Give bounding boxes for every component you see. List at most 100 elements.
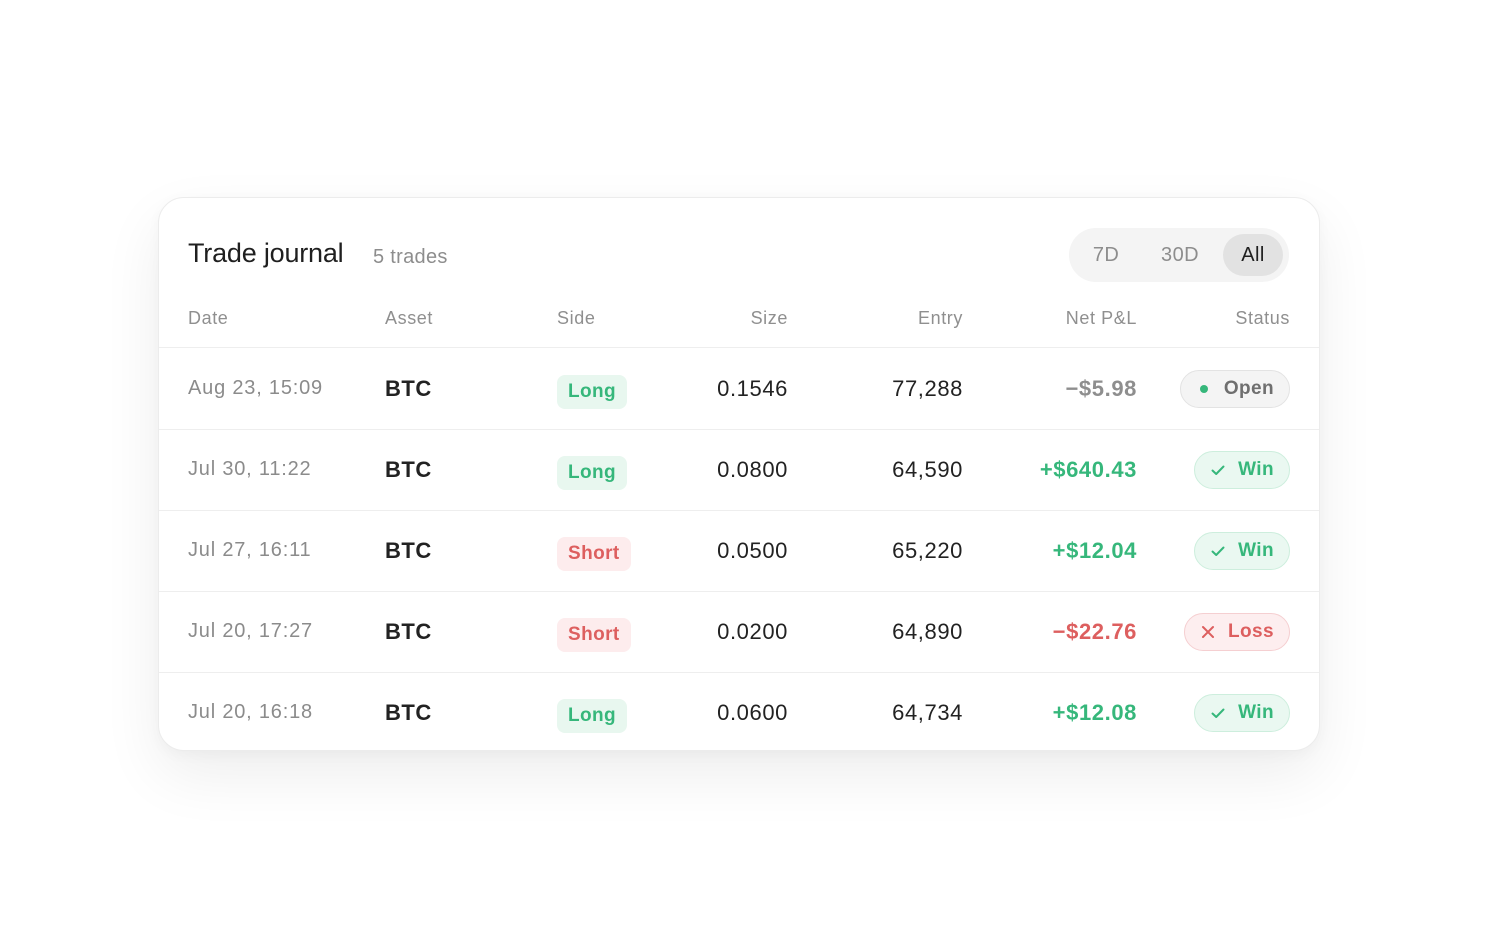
trade-pnl: +$640.43 bbox=[1039, 456, 1137, 482]
check-icon bbox=[1209, 704, 1227, 722]
column-header-pnl[interactable]: Net P&L bbox=[1066, 308, 1137, 329]
entry-cell: 64,734 bbox=[892, 672, 963, 750]
entry-cell: 65,220 bbox=[892, 510, 963, 591]
asset-cell: BTC bbox=[385, 510, 432, 591]
table-row[interactable]: Jul 30, 11:22 BTC Long 0.0800 64,590 +$640.43… bbox=[159, 429, 1319, 511]
trade-entry: 65,220 bbox=[892, 537, 963, 563]
trade-date: Aug 23, 15:09 bbox=[188, 377, 323, 399]
range-30d-button[interactable]: 30D bbox=[1137, 234, 1223, 276]
asset-cell: BTC bbox=[385, 672, 432, 750]
trade-asset: BTC bbox=[385, 618, 432, 644]
asset-cell: BTC bbox=[385, 591, 432, 672]
trade-pnl: +$12.04 bbox=[1052, 537, 1137, 563]
trade-entry: 64,890 bbox=[892, 618, 963, 644]
trade-asset: BTC bbox=[385, 375, 432, 401]
status-cell: Loss bbox=[1184, 591, 1290, 672]
side-badge: Short bbox=[557, 617, 631, 652]
status-cell: Open bbox=[1179, 348, 1290, 429]
check-icon bbox=[1209, 542, 1227, 560]
trade-pnl: −$5.98 bbox=[1065, 375, 1137, 401]
status-label: Open bbox=[1223, 377, 1274, 399]
trade-count: 5 trades bbox=[373, 246, 448, 268]
table-row[interactable]: Jul 20, 17:27 BTC Short 0.0200 64,890 −$22.76… bbox=[159, 591, 1319, 673]
table-row[interactable]: Jul 20, 16:18 BTC Long 0.0600 64,734 +$12.08 W… bbox=[159, 672, 1319, 750]
pnl-cell: −$22.76 bbox=[1053, 591, 1137, 672]
side-cell: Long bbox=[557, 672, 628, 750]
status-badge: Win bbox=[1194, 531, 1290, 570]
status-cell: Win bbox=[1194, 672, 1290, 750]
trade-date: Jul 27, 16:11 bbox=[188, 539, 312, 561]
table-row[interactable]: Jul 27, 16:11 BTC Short 0.0500 65,220 +$12.04… bbox=[159, 510, 1319, 592]
side-cell: Short bbox=[557, 591, 631, 672]
date-cell: Jul 30, 11:22 bbox=[188, 429, 311, 510]
side-badge: Long bbox=[557, 455, 628, 490]
status-label: Win bbox=[1238, 539, 1274, 561]
side-badge: Long bbox=[557, 374, 628, 409]
column-header-size[interactable]: Size bbox=[751, 308, 788, 329]
status-badge: Win bbox=[1194, 693, 1290, 732]
range-all-button[interactable]: All bbox=[1223, 234, 1283, 276]
status-label: Win bbox=[1238, 701, 1274, 723]
status-badge: Open bbox=[1179, 369, 1290, 408]
trade-asset: BTC bbox=[385, 537, 432, 563]
asset-cell: BTC bbox=[385, 348, 432, 429]
date-cell: Jul 27, 16:11 bbox=[188, 510, 311, 591]
table-row[interactable]: Aug 23, 15:09 BTC Long 0.1546 77,288 −$5.98 Op… bbox=[159, 348, 1319, 430]
date-cell: Aug 23, 15:09 bbox=[188, 348, 323, 429]
pnl-cell: +$640.43 bbox=[1040, 429, 1137, 510]
size-cell: 0.0600 bbox=[717, 672, 788, 750]
trade-entry: 64,734 bbox=[892, 699, 963, 725]
side-cell: Long bbox=[557, 429, 628, 510]
trade-date: Jul 20, 17:27 bbox=[188, 620, 313, 642]
table-header: Date Asset Side Size Entry Net P&L Statu… bbox=[159, 298, 1319, 348]
size-cell: 0.0500 bbox=[717, 510, 788, 591]
x-icon bbox=[1199, 623, 1217, 641]
trade-pnl: −$22.76 bbox=[1052, 618, 1137, 644]
trade-entry: 64,590 bbox=[892, 456, 963, 482]
size-cell: 0.0200 bbox=[717, 591, 788, 672]
status-badge: Loss bbox=[1184, 612, 1290, 651]
status-label: Win bbox=[1238, 458, 1274, 480]
column-header-entry[interactable]: Entry bbox=[918, 308, 963, 329]
trade-size: 0.1546 bbox=[717, 375, 788, 401]
pnl-cell: +$12.04 bbox=[1053, 510, 1137, 591]
trade-size: 0.0500 bbox=[717, 537, 788, 563]
trade-size: 0.0600 bbox=[717, 699, 788, 725]
entry-cell: 64,590 bbox=[892, 429, 963, 510]
check-icon bbox=[1209, 461, 1227, 479]
trade-journal-card: Trade journal 5 trades 7D 30D All Date A… bbox=[158, 197, 1320, 751]
trade-entry: 77,288 bbox=[892, 375, 963, 401]
column-header-status[interactable]: Status bbox=[1235, 308, 1290, 329]
side-cell: Short bbox=[557, 510, 631, 591]
dot-icon bbox=[1195, 380, 1213, 398]
trade-size: 0.0800 bbox=[717, 456, 788, 482]
trade-asset: BTC bbox=[385, 456, 432, 482]
column-header-side[interactable]: Side bbox=[557, 308, 595, 329]
entry-cell: 64,890 bbox=[892, 591, 963, 672]
pnl-cell: −$5.98 bbox=[1065, 348, 1137, 429]
date-cell: Jul 20, 16:18 bbox=[188, 672, 313, 750]
card-header: Trade journal 5 trades 7D 30D All bbox=[159, 198, 1319, 288]
trade-date: Jul 20, 16:18 bbox=[188, 701, 313, 723]
asset-cell: BTC bbox=[385, 429, 432, 510]
size-cell: 0.0800 bbox=[717, 429, 788, 510]
side-badge: Short bbox=[557, 536, 631, 571]
entry-cell: 77,288 bbox=[892, 348, 963, 429]
status-cell: Win bbox=[1194, 429, 1290, 510]
date-cell: Jul 20, 17:27 bbox=[188, 591, 313, 672]
status-label: Loss bbox=[1228, 620, 1274, 642]
status-cell: Win bbox=[1194, 510, 1290, 591]
size-cell: 0.1546 bbox=[717, 348, 788, 429]
side-badge: Long bbox=[557, 698, 628, 733]
card-title: Trade journal bbox=[188, 238, 344, 268]
range-7d-button[interactable]: 7D bbox=[1075, 234, 1137, 276]
trade-date: Jul 30, 11:22 bbox=[188, 458, 312, 480]
column-header-date[interactable]: Date bbox=[188, 308, 228, 329]
trade-pnl: +$12.08 bbox=[1052, 699, 1137, 725]
trade-asset: BTC bbox=[385, 699, 432, 725]
trade-size: 0.0200 bbox=[717, 618, 788, 644]
range-toggle: 7D 30D All bbox=[1069, 228, 1289, 282]
side-cell: Long bbox=[557, 348, 628, 429]
column-header-asset[interactable]: Asset bbox=[385, 308, 433, 329]
pnl-cell: +$12.08 bbox=[1052, 672, 1137, 750]
